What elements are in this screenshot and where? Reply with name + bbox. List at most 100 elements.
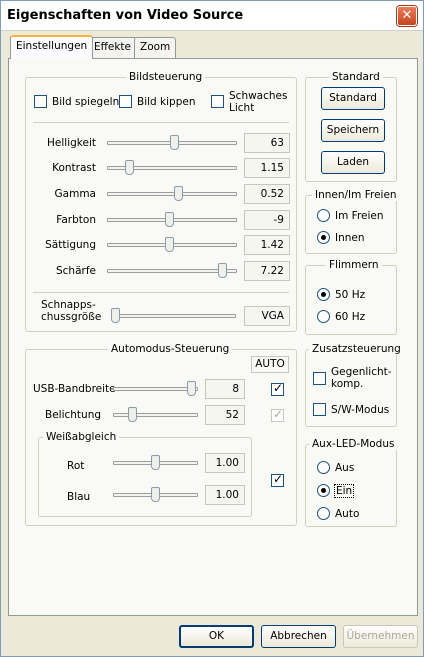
bild-spiegeln-checkbox[interactable] [34,95,47,108]
slider[interactable] [107,235,237,255]
ein-label: Ein [334,484,355,498]
slider-value: -9 [244,210,290,230]
laden-button[interactable]: Laden [321,151,385,174]
bild-kippen-label: Bild kippen [137,96,196,108]
slider-thumb[interactable] [187,381,196,396]
usb-bandbreite-label: USB-Bandbreite [33,383,116,395]
resolution-label-line1: Schnapps- [41,299,96,311]
im-freien-radio[interactable] [317,209,330,222]
gegenlicht-label-line1: Gegenlicht- [331,366,392,378]
aus-label: Aus [335,462,355,474]
slider-thumb[interactable] [165,212,174,227]
slider-thumb[interactable] [218,263,227,278]
weissabgleich-auto-checkbox[interactable] [271,472,284,487]
auto-radio[interactable] [317,507,330,520]
rot-label: Rot [67,460,85,472]
belichtung-slider[interactable] [113,405,198,425]
slider-thumb[interactable] [125,160,134,175]
group-legend: Innen/Im Freien [312,189,400,201]
resolution-slider[interactable] [111,306,236,326]
innen-label: Innen [335,232,365,244]
slider-value: 7.22 [244,261,290,281]
tab-zoom[interactable]: Zoom [134,37,177,58]
sw-modus-checkbox[interactable] [313,403,326,416]
slider-thumb[interactable] [111,308,120,323]
belichtung-value: 52 [205,405,245,425]
schwaches-licht-label-line2: Licht [229,102,255,114]
blau-slider[interactable] [113,485,198,505]
slider-track [111,314,236,318]
slider-label: Kontrast [52,162,96,174]
slider-thumb[interactable] [151,487,160,502]
usb-bandbreite-slider[interactable] [113,379,198,399]
usb-bandbreite-value: 8 [205,379,245,399]
usb-auto-checkbox[interactable] [271,381,284,396]
rot-value: 1.00 [205,453,245,473]
im-freien-label: Im Freien [335,210,384,222]
slider-track [113,413,198,417]
blau-value: 1.00 [205,485,245,505]
tab-label: Einstellungen [16,40,88,52]
ok-button[interactable]: OK [179,625,254,648]
group-legend: Zusatzsteuerung [309,343,404,355]
speichern-button[interactable]: Speichern [321,119,385,142]
auto-header: AUTO [251,356,289,373]
resolution-label-line2: chussgröße [41,311,102,323]
close-icon: ✕ [401,8,413,23]
group-legend: Weißabgleich [43,431,120,443]
50hz-label: 50 Hz [335,289,366,301]
title-bar[interactable]: Eigenschaften von Video Source ✕ [1,1,423,31]
blau-label: Blau [67,491,91,503]
slider[interactable] [107,184,237,204]
slider-label: Schärfe [55,265,96,277]
aus-radio[interactable] [317,461,330,474]
slider-track [113,387,198,391]
slider-thumb[interactable] [174,186,183,201]
bild-kippen-checkbox[interactable] [119,95,132,108]
slider-label: Sättigung [45,239,96,251]
divider [33,292,289,293]
innen-freien-group: Innen/Im Freien [305,189,400,254]
gegenlicht-label-line2: komp. [331,378,364,390]
close-button[interactable]: ✕ [397,6,417,26]
slider-value: 63 [244,133,290,153]
slider-label: Farbton [56,214,96,226]
belichtung-auto-checkbox[interactable] [271,407,284,422]
gegenlicht-checkbox[interactable] [313,372,326,385]
slider[interactable] [107,261,237,281]
sw-modus-label: S/W-Modus [331,404,390,416]
innen-radio[interactable] [317,231,330,244]
slider[interactable] [107,210,237,230]
60hz-radio[interactable] [317,310,330,323]
slider-thumb[interactable] [128,407,137,422]
group-legend: Flimmern [326,259,382,271]
weissabgleich-group: Weißabgleich [38,431,252,517]
window-title: Eigenschaften von Video Source [7,8,244,23]
auto-label: Auto [335,508,360,520]
tab-label: Zoom [140,41,171,53]
slider-thumb[interactable] [151,455,160,470]
tab-effekte[interactable]: Effekte [88,37,137,58]
belichtung-label: Belichtung [45,409,102,421]
slider-value: 1.42 [244,235,290,255]
schwaches-licht-checkbox[interactable] [211,95,224,108]
slider-thumb[interactable] [170,135,179,150]
apply-button[interactable]: Übernehmen [343,625,418,648]
divider [33,122,289,123]
cancel-button[interactable]: Abbrechen [261,625,336,648]
bild-spiegeln-label: Bild spiegeln [52,96,120,108]
standard-button[interactable]: Standard [321,87,385,110]
group-legend: Aux-LED-Modus [309,438,398,450]
bildsteuerung-group: Bildsteuerung [25,71,297,332]
slider[interactable] [107,133,237,153]
properties-dialog: Eigenschaften von Video Source ✕ Einstel… [0,0,424,657]
tab-label: Effekte [94,41,131,53]
60hz-label: 60 Hz [335,311,366,323]
tab-einstellungen[interactable]: Einstellungen [10,35,94,59]
ein-radio[interactable] [317,484,330,497]
slider-thumb[interactable] [165,237,174,252]
50hz-radio[interactable] [317,288,330,301]
rot-slider[interactable] [113,453,198,473]
slider-value: 0.52 [244,184,290,204]
slider[interactable] [107,158,237,178]
